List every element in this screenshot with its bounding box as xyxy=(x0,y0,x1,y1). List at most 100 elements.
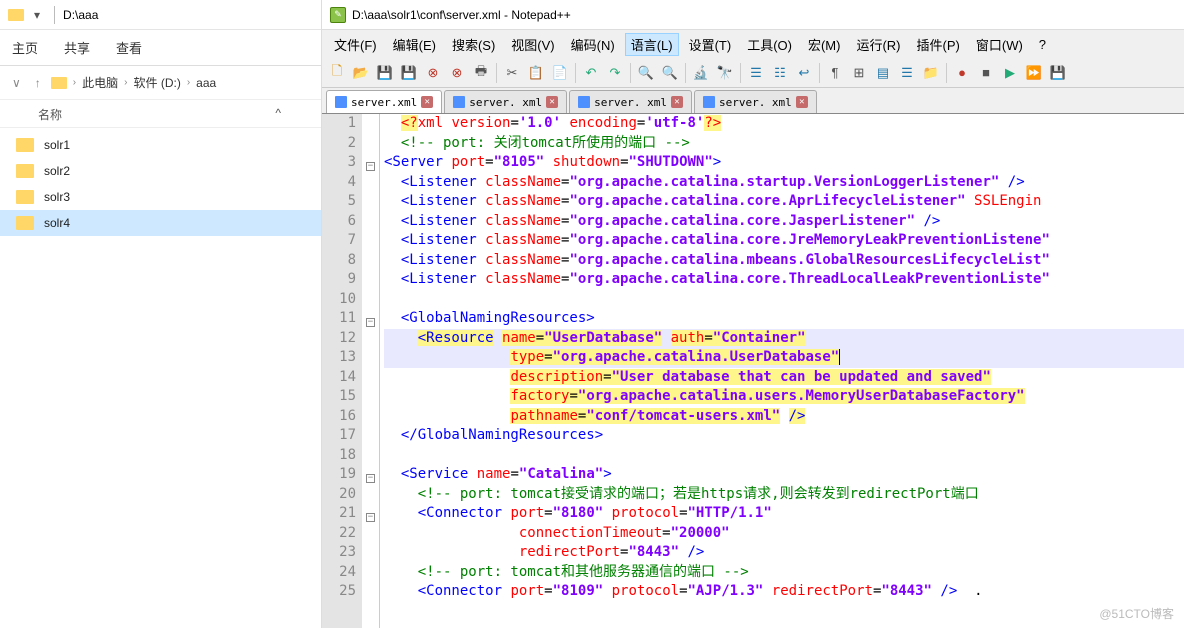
editor-tab[interactable]: server. xml ✕ xyxy=(694,90,817,113)
line-number-gutter: 1234567891011121314151617181920212223242… xyxy=(322,114,362,628)
undo-icon[interactable]: ↶ xyxy=(580,62,602,84)
nav-up-icon[interactable]: ↑ xyxy=(31,74,45,92)
tab-label: server. xml xyxy=(594,96,667,109)
close-tab-icon[interactable]: ✕ xyxy=(546,96,558,108)
menu-item[interactable]: 文件(F) xyxy=(328,33,383,56)
menu-item[interactable]: 编码(N) xyxy=(565,33,621,56)
notepad-plus-plus: ✎ D:\aaa\solr1\conf\server.xml - Notepad… xyxy=(322,0,1184,628)
npp-toolbar: 🗋 📂 💾 💾 ⊗ ⊗ 🖶 ✂ 📋 📄 ↶ ↷ 🔍 🔍 🔬 🔭 ☰ ☷ ↩ xyxy=(322,58,1184,88)
doc-map-icon[interactable]: ▤ xyxy=(872,62,894,84)
explorer-folder-item[interactable]: solr3 xyxy=(0,184,321,210)
menu-item[interactable]: 工具(O) xyxy=(741,33,798,56)
open-file-icon[interactable]: 📂 xyxy=(350,62,372,84)
explorer-breadcrumb: ∨ ↑ › 此电脑 › 软件 (D:) › aaa xyxy=(0,66,321,100)
close-icon[interactable]: ⊗ xyxy=(422,62,444,84)
menu-item[interactable]: 编辑(E) xyxy=(387,33,442,56)
wrap-icon[interactable]: ↩ xyxy=(793,62,815,84)
chevron-icon: › xyxy=(187,77,190,88)
editor-area[interactable]: 1234567891011121314151617181920212223242… xyxy=(322,114,1184,628)
ribbon-tab-view[interactable]: 查看 xyxy=(116,38,142,57)
crumb-item[interactable]: 软件 (D:) xyxy=(134,74,181,91)
find-icon[interactable]: 🔍 xyxy=(635,62,657,84)
folder-name: solr3 xyxy=(44,190,70,204)
npp-app-icon: ✎ xyxy=(330,7,346,23)
menu-item[interactable]: 语言(L) xyxy=(625,33,679,56)
tab-label: server. xml xyxy=(719,96,792,109)
close-tab-icon[interactable]: ✕ xyxy=(671,96,683,108)
fold-column[interactable]: − − − − xyxy=(362,114,380,628)
menu-item[interactable]: 搜索(S) xyxy=(446,33,501,56)
chevron-down-icon[interactable]: ▾ xyxy=(34,8,40,22)
sort-indicator[interactable]: ^ xyxy=(275,106,281,123)
npp-title-text: D:\aaa\solr1\conf\server.xml - Notepad++ xyxy=(352,8,571,22)
play-multi-icon[interactable]: ⏩ xyxy=(1023,62,1045,84)
close-tab-icon[interactable]: ✕ xyxy=(421,96,433,108)
folder-name: solr4 xyxy=(44,216,70,230)
explorer-file-list: solr1 solr2 solr3 solr4 xyxy=(0,128,321,240)
nav-back-icon[interactable]: ∨ xyxy=(8,74,25,92)
folder-icon xyxy=(51,77,67,89)
menu-item[interactable]: 视图(V) xyxy=(505,33,560,56)
stop-icon[interactable]: ■ xyxy=(975,62,997,84)
explorer-folder-item[interactable]: solr4 xyxy=(0,210,321,236)
npp-titlebar: ✎ D:\aaa\solr1\conf\server.xml - Notepad… xyxy=(322,0,1184,30)
copy-icon[interactable]: 📋 xyxy=(525,62,547,84)
separator xyxy=(740,63,741,83)
explorer-folder-item[interactable]: solr1 xyxy=(0,132,321,158)
show-chars-icon[interactable]: ¶ xyxy=(824,62,846,84)
zoom-out-icon[interactable]: 🔭 xyxy=(714,62,736,84)
explorer-folder-item[interactable]: solr2 xyxy=(0,158,321,184)
new-file-icon[interactable]: 🗋 xyxy=(326,62,348,84)
separator xyxy=(946,63,947,83)
column-name[interactable]: 名称 xyxy=(38,106,62,123)
separator xyxy=(54,6,55,24)
cut-icon[interactable]: ✂ xyxy=(501,62,523,84)
sync-h-icon[interactable]: ☷ xyxy=(769,62,791,84)
save-macro-icon[interactable]: 💾 xyxy=(1047,62,1069,84)
folder-name: solr2 xyxy=(44,164,70,178)
separator xyxy=(630,63,631,83)
editor-tab[interactable]: server. xml ✕ xyxy=(569,90,692,113)
disk-icon xyxy=(578,96,590,108)
menu-item[interactable]: 窗口(W) xyxy=(970,33,1029,56)
paste-icon[interactable]: 📄 xyxy=(549,62,571,84)
npp-tabs: server.xml✕server. xml✕server. xml✕serve… xyxy=(322,88,1184,114)
folder-icon xyxy=(8,9,24,21)
chevron-icon[interactable]: › xyxy=(73,77,76,88)
menu-item[interactable]: 运行(R) xyxy=(850,33,906,56)
sync-v-icon[interactable]: ☰ xyxy=(745,62,767,84)
code-content[interactable]: <?xml version='1.0' encoding='utf-8'?> <… xyxy=(380,114,1184,628)
indent-guide-icon[interactable]: ⊞ xyxy=(848,62,870,84)
separator xyxy=(496,63,497,83)
editor-tab[interactable]: server. xml✕ xyxy=(444,90,567,113)
play-macro-icon[interactable]: ▶ xyxy=(999,62,1021,84)
separator xyxy=(819,63,820,83)
print-icon[interactable]: 🖶 xyxy=(470,62,492,84)
replace-icon[interactable]: 🔍 xyxy=(659,62,681,84)
ribbon-tab-share[interactable]: 共享 xyxy=(64,38,90,57)
menu-item[interactable]: ? xyxy=(1033,35,1052,54)
save-icon[interactable]: 💾 xyxy=(374,62,396,84)
chevron-icon: › xyxy=(124,77,127,88)
crumb-item[interactable]: 此电脑 xyxy=(82,74,118,91)
save-all-icon[interactable]: 💾 xyxy=(398,62,420,84)
menu-item[interactable]: 插件(P) xyxy=(911,33,966,56)
menu-item[interactable]: 宏(M) xyxy=(802,33,847,56)
disk-icon xyxy=(453,96,465,108)
npp-menu-bar: 文件(F)编辑(E)搜索(S)视图(V)编码(N)语言(L)设置(T)工具(O)… xyxy=(322,30,1184,58)
explorer-title-path: D:\aaa xyxy=(63,8,98,22)
redo-icon[interactable]: ↷ xyxy=(604,62,626,84)
zoom-in-icon[interactable]: 🔬 xyxy=(690,62,712,84)
file-explorer: ▾ D:\aaa 主页 共享 查看 ∨ ↑ › 此电脑 › 软件 (D:) › … xyxy=(0,0,322,628)
func-list-icon[interactable]: ☰ xyxy=(896,62,918,84)
crumb-item[interactable]: aaa xyxy=(196,76,216,90)
ribbon-tab-home[interactable]: 主页 xyxy=(12,38,38,57)
folder-icon xyxy=(16,164,34,178)
record-macro-icon[interactable]: ● xyxy=(951,62,973,84)
close-all-icon[interactable]: ⊗ xyxy=(446,62,468,84)
editor-tab[interactable]: server.xml✕ xyxy=(326,90,442,113)
watermark: @51CTO博客 xyxy=(1099,605,1174,622)
menu-item[interactable]: 设置(T) xyxy=(683,33,738,56)
folder-icon[interactable]: 📁 xyxy=(920,62,942,84)
close-tab-icon[interactable]: ✕ xyxy=(796,96,808,108)
